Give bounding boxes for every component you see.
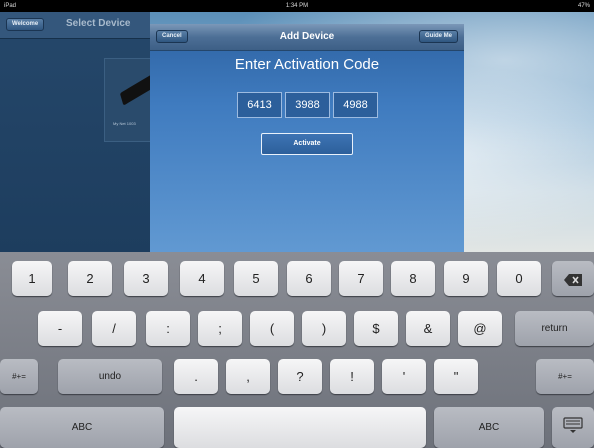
undo-key[interactable]: undo: [58, 359, 162, 394]
key-ampersand[interactable]: &: [406, 311, 450, 346]
space-bar[interactable]: [174, 407, 426, 448]
key-exclamation[interactable]: !: [330, 359, 374, 394]
device-tile[interactable]: My Net 1003: [104, 58, 163, 142]
backspace-icon: [564, 273, 582, 286]
keyboard-dismiss-icon: [563, 416, 583, 433]
welcome-back-button[interactable]: Welcome: [6, 18, 45, 31]
device-name: My Net 1003: [113, 121, 136, 126]
key-apostrophe[interactable]: ': [382, 359, 426, 394]
key-5[interactable]: 5: [234, 261, 278, 296]
select-device-title: Select Device: [66, 18, 131, 29]
guide-me-button[interactable]: Guide Me: [418, 30, 458, 43]
key-1[interactable]: 1: [12, 261, 52, 296]
abc-key-right[interactable]: ABC: [434, 407, 544, 448]
key-slash[interactable]: /: [92, 311, 136, 346]
key-open-paren[interactable]: (: [250, 311, 294, 346]
delete-key[interactable]: [552, 261, 594, 296]
key-8[interactable]: 8: [391, 261, 435, 296]
key-3[interactable]: 3: [124, 261, 168, 296]
keyboard: 1 2 3 4 5 6 7 8 9 0 - / : ; ( ) $ & @ re…: [0, 252, 594, 448]
symbols-key-left[interactable]: #+=: [0, 359, 38, 394]
activation-heading: Enter Activation Code: [234, 56, 380, 73]
key-semicolon[interactable]: ;: [198, 311, 242, 346]
battery-label: 47%: [577, 3, 590, 9]
key-2[interactable]: 2: [68, 261, 112, 296]
key-close-paren[interactable]: ): [302, 311, 346, 346]
return-key[interactable]: return: [515, 311, 594, 346]
key-question[interactable]: ?: [278, 359, 322, 394]
status-bar: iPad 1:34 PM 47%: [0, 0, 594, 12]
select-device-navbar: Welcome Select Device: [0, 12, 150, 39]
key-6[interactable]: 6: [287, 261, 331, 296]
key-period[interactable]: .: [174, 359, 218, 394]
code-field-1[interactable]: 6413: [237, 92, 282, 118]
key-quote[interactable]: ": [434, 359, 478, 394]
symbols-key-right[interactable]: #+=: [536, 359, 594, 394]
clock: 1:34 PM: [285, 3, 309, 9]
code-field-3[interactable]: 4988: [333, 92, 378, 118]
key-7[interactable]: 7: [339, 261, 383, 296]
key-0[interactable]: 0: [497, 261, 541, 296]
key-colon[interactable]: :: [146, 311, 190, 346]
code-field-2[interactable]: 3988: [285, 92, 330, 118]
abc-key-left[interactable]: ABC: [0, 407, 164, 448]
add-device-navbar: Cancel Add Device Guide Me: [150, 24, 464, 51]
activate-button[interactable]: Activate: [261, 133, 353, 155]
key-4[interactable]: 4: [180, 261, 224, 296]
hide-keyboard-key[interactable]: [552, 407, 594, 448]
add-device-title: Add Device: [279, 31, 335, 42]
key-dash[interactable]: -: [38, 311, 82, 346]
key-at[interactable]: @: [458, 311, 502, 346]
key-dollar[interactable]: $: [354, 311, 398, 346]
key-comma[interactable]: ,: [226, 359, 270, 394]
key-9[interactable]: 9: [444, 261, 488, 296]
